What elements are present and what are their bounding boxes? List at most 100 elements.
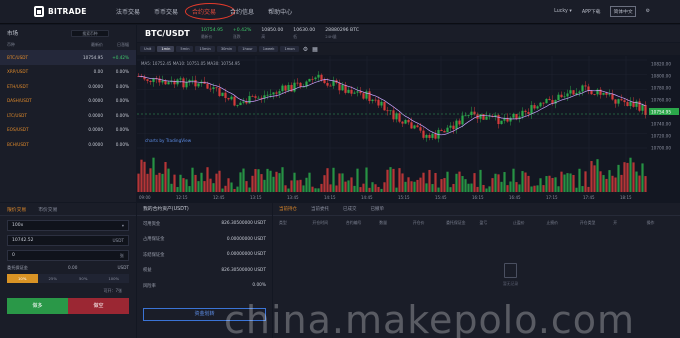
interval-30min-button[interactable]: 30min	[216, 46, 237, 52]
ticker-header: BTC/USDT 10754.95 最新价 +0.42% 涨跌 10850.00…	[137, 25, 680, 42]
asset-row: 占用保证金 0.00000000 USDT	[137, 232, 272, 248]
app-download-link[interactable]: APP下载	[582, 8, 601, 15]
candle-body	[611, 94, 614, 100]
gear-icon[interactable]: ⚙	[646, 9, 650, 14]
volume-bar	[401, 173, 404, 192]
volume-bar	[257, 169, 260, 192]
market-row[interactable]: BCH/USDT 0.0000 0.00%	[0, 137, 136, 152]
nav-fiat-trade[interactable]: 法币交易	[116, 7, 140, 16]
pct-50-button[interactable]: 50%	[68, 274, 99, 283]
indicator-icon[interactable]: ▦	[312, 46, 318, 53]
nav-contract-trade[interactable]: 合约交易	[185, 3, 236, 20]
volume-bar	[446, 171, 449, 192]
stat-label: 高	[261, 33, 266, 39]
volume-bar	[188, 186, 191, 192]
nav-coin-trade[interactable]: 币币交易	[154, 7, 178, 16]
tab-limit-order[interactable]: 限价交易	[7, 206, 26, 213]
price-input[interactable]: 10742.52 USDT	[7, 235, 129, 246]
interval-1min-button[interactable]: 1min	[157, 46, 175, 52]
tab-market-order[interactable]: 市价交易	[38, 206, 57, 213]
amount-value: 0	[12, 253, 15, 258]
tab-cancelled-orders[interactable]: 已撤单	[371, 206, 385, 212]
volume-bar	[437, 187, 440, 192]
interval-1week-button[interactable]: 1week	[258, 46, 279, 52]
volume-bar	[212, 183, 215, 192]
market-row[interactable]: XRP/USDT 0.00 0.00%	[0, 65, 136, 80]
interval-unit-button[interactable]: Unit	[140, 46, 156, 52]
candle-body	[311, 78, 314, 80]
positions-table-header: 类型 开仓时间 合约编号 数量 开仓价 委托保证金 盈亏 止盈价 止损价 开仓类…	[273, 216, 680, 230]
time-tick-label: 14:15	[324, 195, 336, 200]
amount-input[interactable]: 0 张	[7, 250, 129, 261]
nav-contract-info[interactable]: 合约信息	[230, 7, 254, 16]
language-select[interactable]: 简体中文	[610, 6, 636, 17]
volume-bar	[260, 174, 263, 192]
volume-bar	[476, 186, 479, 192]
candle-body	[374, 99, 377, 101]
tab-filled-orders[interactable]: 已成交	[343, 206, 357, 212]
interval-1hour-button[interactable]: 1hour	[238, 46, 257, 52]
pct-10-button[interactable]: 10%	[7, 274, 38, 283]
market-change: 0.00%	[115, 69, 129, 75]
time-tick-label: 16:15	[472, 195, 484, 200]
candle-body	[485, 116, 488, 120]
pct-100-button[interactable]: 100%	[98, 274, 129, 283]
chart-settings-icon[interactable]: ⚙	[303, 46, 308, 53]
current-price-label: 10754.95	[651, 110, 671, 115]
volume-bar	[590, 161, 593, 192]
time-tick-label: 18:15	[620, 195, 632, 200]
col-price[interactable]: 最新价	[55, 42, 103, 48]
stat-change: +0.42% 涨跌	[233, 28, 251, 40]
candle-body	[146, 79, 149, 81]
volume-bar	[308, 172, 311, 192]
market-change: 0.00%	[115, 83, 129, 89]
market-row[interactable]: EOS/USDT 0.0000 0.00%	[0, 123, 136, 138]
candle-body	[446, 127, 449, 133]
col-open-time: 开仓时间	[312, 220, 328, 225]
volume-bar	[224, 185, 227, 192]
candle-body	[257, 97, 260, 99]
interval-15min-button[interactable]: 15min	[195, 46, 215, 52]
market-row[interactable]: ETH/USDT 0.0000 0.00%	[0, 79, 136, 94]
candle-body	[149, 80, 152, 83]
candle-body	[320, 74, 323, 80]
col-change[interactable]: 日涨幅	[103, 42, 129, 48]
volume-bar	[293, 172, 296, 192]
volume-bar	[530, 186, 533, 192]
asset-row: 冻结保证金 0.00000000 USDT	[137, 247, 272, 263]
candle-body	[395, 113, 398, 120]
interval-1mon-button[interactable]: 1mon	[280, 46, 299, 52]
buy-long-button[interactable]: 做多	[7, 298, 68, 314]
market-row[interactable]: BTC/USDT 10754.95 +0.42%	[0, 50, 136, 65]
price-unit: USDT	[112, 238, 124, 243]
pct-25-button[interactable]: 25%	[37, 274, 68, 283]
volume-bar	[272, 176, 275, 192]
market-row[interactable]: DASH/USDT 0.0000 0.00%	[0, 94, 136, 109]
logo-text: BITRADE	[48, 7, 87, 16]
price-chart[interactable]: 10820.00 10800.00 10780.00 10760.00 10754.95…	[137, 56, 680, 202]
candle-body	[329, 85, 332, 87]
sell-short-button[interactable]: 做空	[68, 298, 129, 314]
market-row[interactable]: LTC/USDT 0.0000 0.00%	[0, 108, 136, 123]
tab-current-positions[interactable]: 当前持仓	[279, 206, 297, 212]
candle-body	[338, 82, 341, 91]
tab-current-orders[interactable]: 当前委托	[311, 206, 329, 212]
volume-bar	[140, 159, 143, 192]
logo-icon	[34, 6, 44, 17]
volume-bar	[599, 171, 602, 192]
chart-toolbar: Unit 1min 5min 15min 30min 1hour 1week 1…	[137, 43, 680, 55]
volume-bar	[506, 185, 509, 192]
stat-low: 10630.00 低	[293, 28, 315, 40]
market-change: +0.42%	[112, 54, 129, 60]
market-search-input[interactable]: 搜索币种	[71, 30, 109, 37]
col-symbol[interactable]: 币种	[7, 42, 55, 48]
volume-bar	[539, 178, 542, 192]
user-menu[interactable]: Lucky ▾	[554, 9, 572, 14]
asset-label: 风险率	[143, 283, 156, 289]
interval-5min-button[interactable]: 5min	[176, 46, 194, 52]
nav-help-center[interactable]: 帮助中心	[268, 7, 292, 16]
candle-body	[167, 82, 170, 85]
stat-value: 10754.95	[201, 27, 223, 33]
leverage-select[interactable]: 100x ▾	[7, 220, 129, 231]
logo[interactable]: BITRADE	[34, 6, 87, 17]
